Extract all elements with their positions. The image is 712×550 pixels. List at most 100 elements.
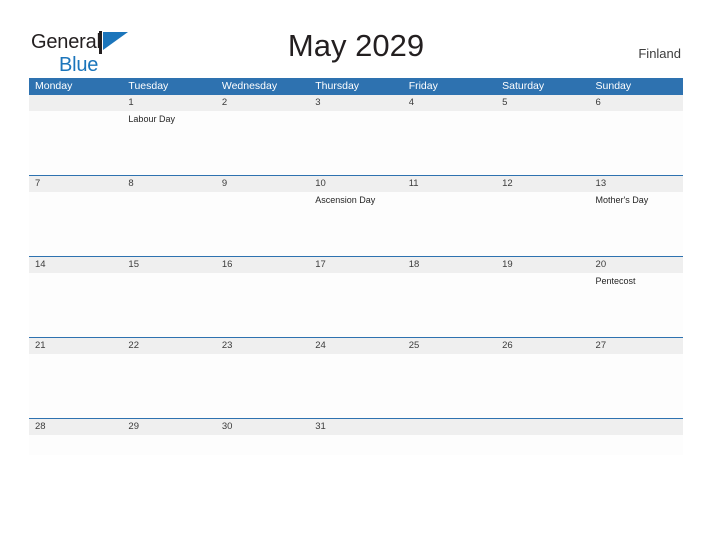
day-number-29[interactable]: 29 <box>122 419 215 435</box>
day-number-1[interactable]: 1 <box>122 95 215 111</box>
day-cell <box>122 273 215 337</box>
day-number-23[interactable]: 23 <box>216 338 309 354</box>
calendar-week-row: 7 8 9 10 11 12 13 Ascension Day Mother's Day <box>29 176 683 257</box>
weekday-header-row: Monday Tuesday Wednesday Thursday Friday Satu… <box>29 78 683 95</box>
day-number-12[interactable]: 12 <box>496 176 589 192</box>
day-number-31[interactable]: 31 <box>309 419 402 435</box>
week-event-band: Labour Day <box>29 111 683 175</box>
calendar-week-row: 21 22 23 24 25 26 27 <box>29 338 683 419</box>
day-cell <box>122 435 215 455</box>
day-number-22[interactable]: 22 <box>122 338 215 354</box>
day-cell <box>309 354 402 418</box>
calendar-weeks: 1 2 3 4 5 6 Labour Day 7 8 9 10 11 12 13 Ascension Day… <box>29 95 683 455</box>
day-number-9[interactable]: 9 <box>216 176 309 192</box>
day-cell: Labour Day <box>122 111 215 175</box>
day-cell <box>216 435 309 455</box>
day-cell <box>29 111 122 175</box>
day-number-7[interactable]: 7 <box>29 176 122 192</box>
day-cell <box>309 273 402 337</box>
weekday-header-monday: Monday <box>35 80 73 92</box>
week-date-band: 21 22 23 24 25 26 27 <box>29 338 683 354</box>
day-number-10[interactable]: 10 <box>309 176 402 192</box>
day-number-15[interactable]: 15 <box>122 257 215 273</box>
day-cell: Mother's Day <box>590 192 683 256</box>
day-cell <box>403 273 496 337</box>
holiday-event-label: Mother's Day <box>595 195 649 205</box>
day-number-2[interactable]: 2 <box>216 95 309 111</box>
week-date-band: 14 15 16 17 18 19 20 <box>29 257 683 273</box>
week-date-band: 123456 <box>29 95 683 111</box>
week-event-band <box>29 354 683 418</box>
day-number-empty <box>496 419 589 435</box>
day-cell <box>590 111 683 175</box>
weekday-header-thursday: Thursday <box>315 80 360 92</box>
weekday-header-tuesday: Tuesday <box>128 80 169 92</box>
country-label: Finland <box>638 46 681 61</box>
weekday-header-wednesday: Wednesday <box>221 80 278 92</box>
weekday-header-sunday: Sunday <box>595 80 632 92</box>
weekday-header-friday: Friday <box>408 80 438 92</box>
day-cell <box>309 435 402 455</box>
day-cell <box>496 273 589 337</box>
day-number-5[interactable]: 5 <box>496 95 589 111</box>
day-cell <box>403 435 496 455</box>
day-cell <box>216 192 309 256</box>
day-number-empty <box>29 95 122 111</box>
day-cell <box>29 354 122 418</box>
day-number-4[interactable]: 4 <box>403 95 496 111</box>
week-event-band: Ascension Day Mother's Day <box>29 192 683 256</box>
holiday-event-label: Pentecost <box>595 276 636 286</box>
day-cell <box>122 354 215 418</box>
week-date-band: 28 29 30 31 <box>29 419 683 435</box>
day-cell <box>590 435 683 455</box>
calendar-week-row: 14 15 16 17 18 19 20 Pentecost <box>29 257 683 338</box>
day-number-17[interactable]: 17 <box>309 257 402 273</box>
calendar-week-row: 28 29 30 31 <box>29 419 683 455</box>
day-cell <box>216 354 309 418</box>
day-number-19[interactable]: 19 <box>496 257 589 273</box>
day-cell <box>29 192 122 256</box>
day-number-3[interactable]: 3 <box>309 95 402 111</box>
holiday-event-label: Ascension Day <box>315 195 376 205</box>
day-number-empty <box>590 419 683 435</box>
page-header: General Blue May 2029 Finland <box>0 0 712 78</box>
calendar-week-row: 1 2 3 4 5 6 Labour Day <box>29 95 683 176</box>
day-cell <box>403 111 496 175</box>
day-number-13[interactable]: 13 <box>590 176 683 192</box>
day-number-14[interactable]: 14 <box>29 257 122 273</box>
day-cell <box>496 111 589 175</box>
day-number-8[interactable]: 8 <box>122 176 215 192</box>
day-number-11[interactable]: 11 <box>403 176 496 192</box>
day-cell: Pentecost <box>590 273 683 337</box>
day-cell <box>403 354 496 418</box>
day-cell <box>29 435 122 455</box>
week-event-band <box>29 435 683 455</box>
day-number-25[interactable]: 25 <box>403 338 496 354</box>
day-cell <box>590 354 683 418</box>
day-cell <box>216 273 309 337</box>
day-cell <box>496 354 589 418</box>
day-cell <box>122 192 215 256</box>
day-number-24[interactable]: 24 <box>309 338 402 354</box>
day-number-28[interactable]: 28 <box>29 419 122 435</box>
page-title: May 2029 <box>287 28 425 63</box>
day-cell: Ascension Day <box>309 192 402 256</box>
day-number-6[interactable]: 6 <box>590 95 683 111</box>
day-number-27[interactable]: 27 <box>590 338 683 354</box>
week-event-band: Pentecost <box>29 273 683 337</box>
day-number-empty <box>403 419 496 435</box>
day-cell <box>403 192 496 256</box>
day-number-26[interactable]: 26 <box>496 338 589 354</box>
day-cell <box>216 111 309 175</box>
calendar-page: General Blue May 2029 Finland Monday Tues… <box>0 0 712 550</box>
day-cell <box>496 192 589 256</box>
week-date-band: 7 8 9 10 11 12 13 <box>29 176 683 192</box>
day-number-30[interactable]: 30 <box>216 419 309 435</box>
weekday-header-saturday: Saturday <box>502 80 545 92</box>
day-number-21[interactable]: 21 <box>29 338 122 354</box>
day-cell <box>496 435 589 455</box>
calendar-grid: Monday Tuesday Wednesday Thursday Friday Satu… <box>29 78 683 455</box>
day-number-20[interactable]: 20 <box>590 257 683 273</box>
day-number-18[interactable]: 18 <box>403 257 496 273</box>
day-number-16[interactable]: 16 <box>216 257 309 273</box>
